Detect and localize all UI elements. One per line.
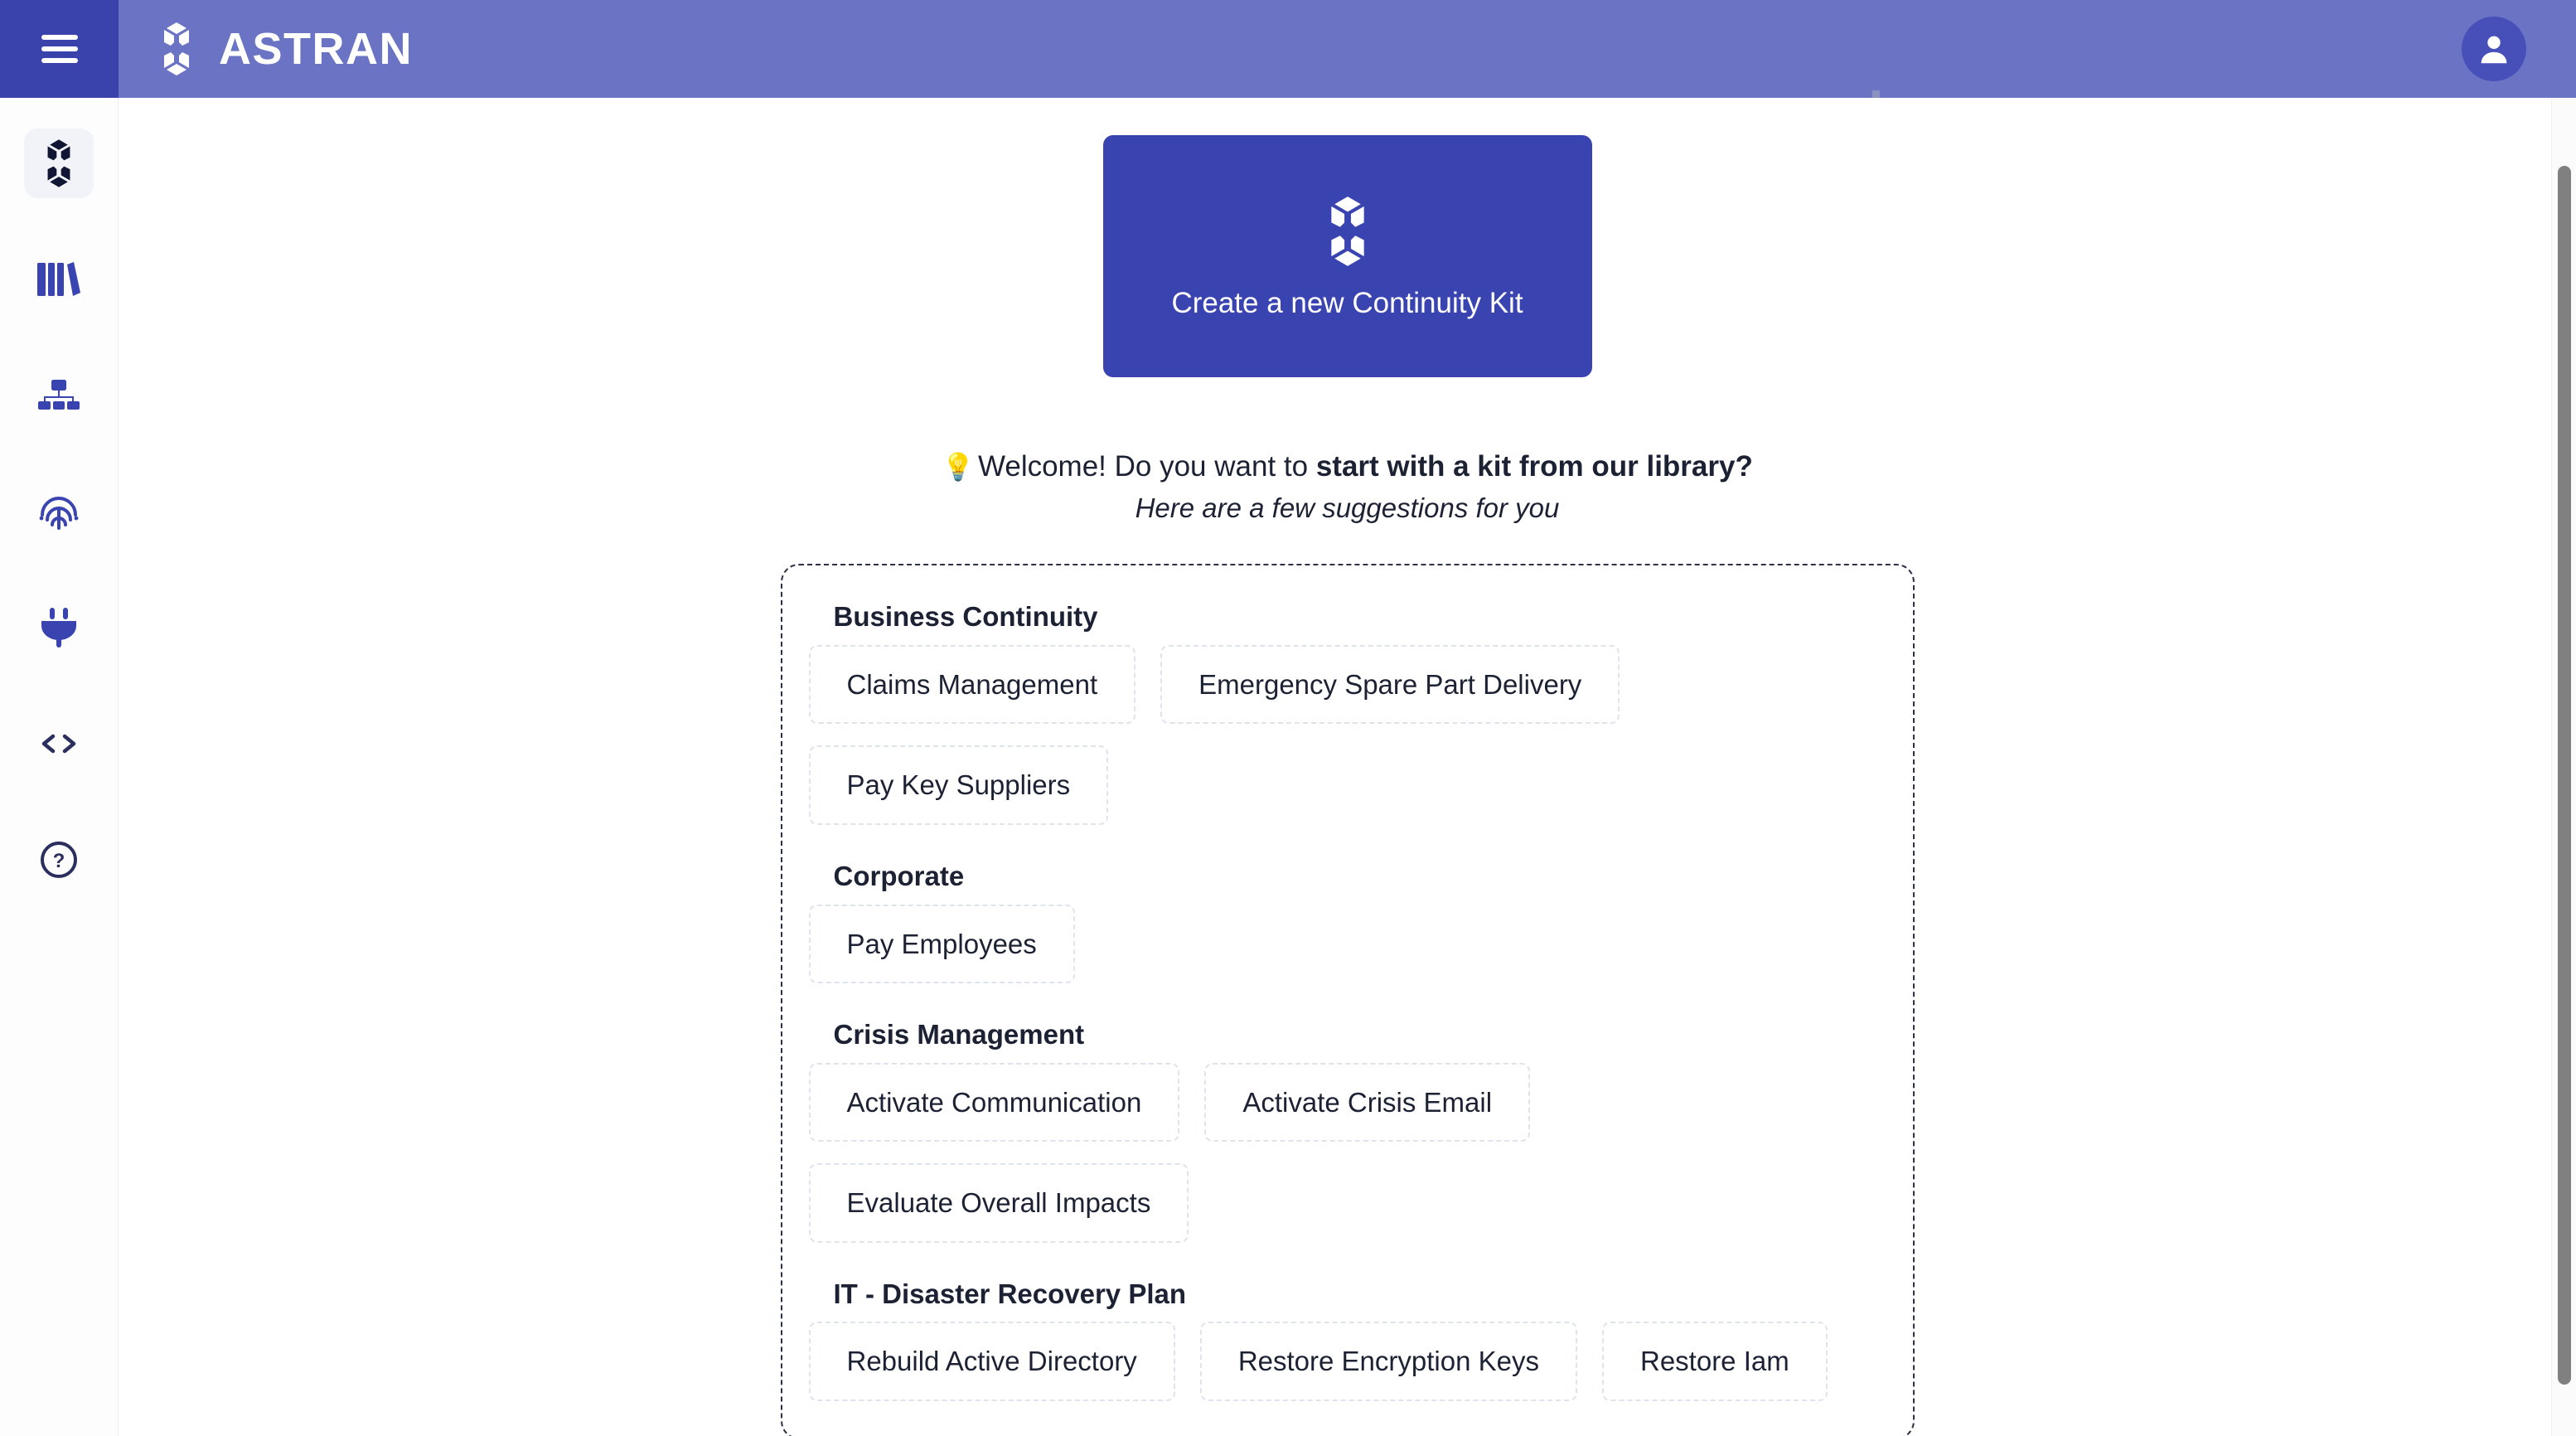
- brand-logo[interactable]: ASTRAN: [153, 22, 413, 75]
- suggestion-chip[interactable]: Claims Management: [808, 644, 1136, 725]
- suggestion-chip-row: Rebuild Active Directory Restore Encrypt…: [808, 1322, 1886, 1402]
- astran-hexagon-icon: [47, 139, 70, 187]
- fingerprint-icon: [39, 497, 79, 530]
- astran-hexagon-logo-icon: [164, 22, 189, 75]
- main-content-area: Create a new Continuity Kit 💡 Welcome! Do…: [119, 98, 2576, 1436]
- suggestions-panel: Business Continuity Claims Management Em…: [780, 564, 1915, 1436]
- content-column: Create a new Continuity Kit 💡 Welcome! Do…: [119, 98, 2576, 1436]
- welcome-block: 💡 Welcome! Do you want to start with a ki…: [942, 450, 1753, 524]
- vertical-scrollbar-thumb[interactable]: [2558, 166, 2571, 1385]
- suggestion-chip[interactable]: Rebuild Active Directory: [808, 1322, 1175, 1402]
- suggestion-chip[interactable]: Restore Iam: [1601, 1322, 1828, 1402]
- svg-text:?: ?: [53, 850, 65, 872]
- sidebar-item-connectors[interactable]: [24, 593, 94, 662]
- sidebar-item-library[interactable]: [24, 245, 94, 314]
- create-continuity-kit-button[interactable]: Create a new Continuity Kit: [1102, 135, 1592, 377]
- vertical-scrollbar-track[interactable]: [2551, 98, 2576, 1436]
- welcome-headline: 💡 Welcome! Do you want to start with a ki…: [942, 450, 1753, 483]
- code-brackets-icon: [41, 734, 76, 754]
- suggestion-chip[interactable]: Pay Employees: [808, 904, 1075, 984]
- lightbulb-icon: 💡: [942, 452, 975, 482]
- sidebar-item-help[interactable]: ?: [24, 825, 94, 895]
- app-root: ASTRAN ? Create a new Continuity Kit 💡 W…: [0, 0, 2576, 1436]
- user-avatar-icon: [2481, 36, 2507, 64]
- suggestion-group: Crisis Management Activate Communication…: [808, 1018, 1886, 1243]
- welcome-subtitle: Here are a few suggestions for you: [1135, 492, 1560, 524]
- suggestion-chip-row: Pay Employees: [808, 904, 1886, 984]
- top-header-bar: ASTRAN: [0, 0, 2576, 98]
- menu-toggle-button[interactable]: [0, 0, 119, 98]
- sidebar-item-identity[interactable]: [24, 477, 94, 546]
- suggestion-chip[interactable]: Evaluate Overall Impacts: [808, 1163, 1189, 1243]
- hamburger-icon: [41, 35, 78, 63]
- suggestion-group-title: Crisis Management: [833, 1019, 1085, 1050]
- sitemap-icon: [38, 380, 80, 410]
- suggestion-chip[interactable]: Restore Encryption Keys: [1199, 1322, 1577, 1402]
- astran-hexagon-icon: [1330, 196, 1364, 266]
- sidebar-item-organization[interactable]: [24, 361, 94, 430]
- sidebar-item-continuity-kits[interactable]: [24, 129, 94, 198]
- sidebar-item-developers[interactable]: [24, 709, 94, 779]
- suggestion-group: Corporate Pay Employees: [808, 860, 1886, 984]
- welcome-text-normal: Welcome! Do you want to: [977, 450, 1316, 483]
- create-kit-label: Create a new Continuity Kit: [1171, 286, 1523, 319]
- suggestion-group: Business Continuity Claims Management Em…: [808, 600, 1886, 825]
- welcome-text-strong[interactable]: start with a kit from our library?: [1316, 450, 1753, 483]
- suggestion-chip[interactable]: Emergency Spare Part Delivery: [1160, 644, 1620, 725]
- avatar[interactable]: [2462, 17, 2526, 81]
- help-circle-icon: ?: [41, 842, 77, 878]
- sidebar-rail: ?: [0, 98, 119, 1436]
- suggestion-group-title: Corporate: [833, 860, 965, 891]
- brand-name-text: ASTRAN: [219, 24, 413, 74]
- suggestion-chip[interactable]: Activate Crisis Email: [1204, 1062, 1531, 1142]
- library-books-icon: [37, 262, 80, 296]
- suggestion-group: IT - Disaster Recovery Plan Rebuild Acti…: [808, 1278, 1886, 1402]
- suggestion-chip[interactable]: Pay Key Suppliers: [808, 745, 1109, 825]
- plug-icon: [41, 608, 76, 648]
- suggestion-chip-row: Claims Management Emergency Spare Part D…: [808, 644, 1886, 825]
- suggestion-group-title: Business Continuity: [833, 601, 1098, 633]
- suggestion-chip-row: Activate Communication Activate Crisis E…: [808, 1062, 1886, 1243]
- stray-pixel-artifact: [1872, 90, 1880, 98]
- suggestion-group-title: IT - Disaster Recovery Plan: [833, 1278, 1187, 1309]
- suggestion-chip[interactable]: Activate Communication: [808, 1062, 1180, 1142]
